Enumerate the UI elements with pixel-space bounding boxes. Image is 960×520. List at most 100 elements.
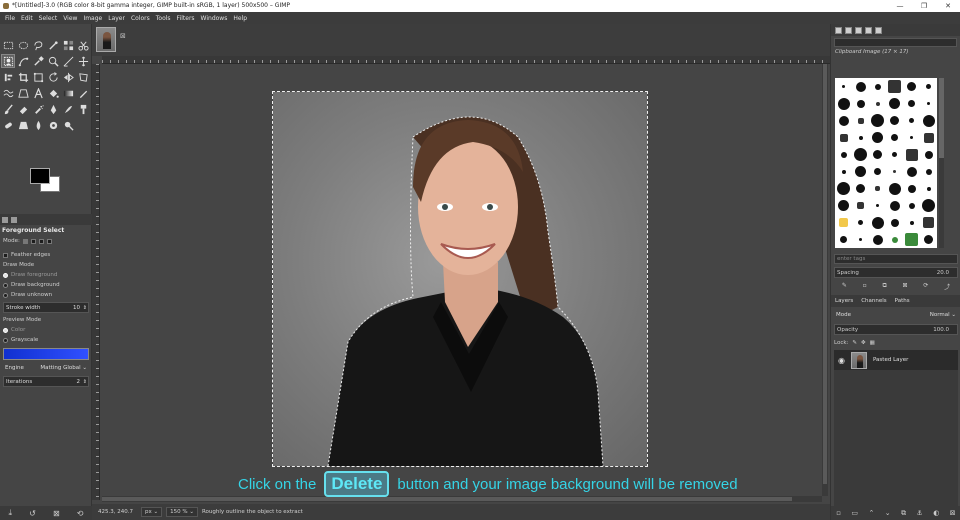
flip-tool-icon[interactable] [61, 70, 75, 84]
brush-preset[interactable] [903, 197, 920, 214]
duplicate-brush-icon[interactable]: ⧉ [882, 282, 886, 292]
menu-windows[interactable]: Windows [198, 15, 231, 22]
draw-unknown-radio[interactable] [3, 292, 8, 298]
clone-tool-icon[interactable] [76, 102, 90, 116]
brush-preset[interactable] [835, 129, 852, 146]
lasso-tool-icon[interactable] [31, 38, 45, 52]
menu-file[interactable]: File [2, 15, 18, 22]
brush-preset[interactable] [869, 78, 886, 95]
tab-paths[interactable]: Paths [893, 298, 912, 304]
mode-replace-icon[interactable] [22, 238, 28, 244]
brush-preset[interactable] [920, 146, 937, 163]
maximize-button[interactable]: ❐ [912, 0, 936, 12]
draw-foreground-radio[interactable] [3, 272, 8, 278]
blur-tool-icon[interactable] [31, 118, 45, 132]
lower-layer-icon[interactable]: ⌄ [885, 509, 891, 517]
draw-background-radio[interactable] [3, 282, 8, 288]
brush-preset[interactable] [886, 163, 903, 180]
brush-preset[interactable] [886, 180, 903, 197]
menu-select[interactable]: Select [36, 15, 61, 22]
brush-preset[interactable] [852, 180, 869, 197]
gradient-tool-icon[interactable] [61, 86, 75, 100]
refresh-brushes-icon[interactable]: ⟳ [923, 282, 928, 292]
edit-brush-icon[interactable]: ✎ [842, 282, 847, 292]
brush-preset[interactable] [920, 129, 937, 146]
feather-edges-checkbox[interactable] [3, 252, 8, 258]
iterations-spinner[interactable]: Iterations 2 ⇕ [3, 376, 89, 387]
spinner-arrows-icon[interactable]: ⇕ [83, 303, 87, 313]
menu-edit[interactable]: Edit [18, 15, 36, 22]
foreground-color-swatch[interactable] [30, 168, 50, 184]
brush-preset[interactable] [852, 231, 869, 248]
color-picker-tool-icon[interactable] [31, 54, 45, 68]
image-tab-thumbnail[interactable] [96, 27, 116, 52]
brush-preset[interactable] [886, 129, 903, 146]
brush-preset[interactable] [920, 180, 937, 197]
vertical-ruler[interactable] [92, 64, 100, 500]
brush-preset[interactable] [920, 78, 937, 95]
brushes-tab-icon[interactable] [835, 26, 842, 34]
stroke-width-spinner[interactable]: Stroke width 10 ⇕ [3, 302, 89, 313]
brush-preset[interactable] [886, 214, 903, 231]
menu-tools[interactable]: Tools [153, 15, 174, 22]
horizontal-ruler[interactable] [102, 56, 830, 64]
brush-preset[interactable] [852, 78, 869, 95]
rect-select-tool-icon[interactable] [1, 38, 15, 52]
brush-preset[interactable] [903, 112, 920, 129]
layer-list[interactable]: ◉ Pasted Layer [834, 350, 958, 520]
brush-preset[interactable] [835, 180, 852, 197]
menu-image[interactable]: Image [80, 15, 105, 22]
brush-preset[interactable] [852, 197, 869, 214]
device-status-tab-icon[interactable] [11, 216, 17, 223]
mode-subtract-icon[interactable] [38, 238, 44, 244]
menu-view[interactable]: View [60, 15, 80, 22]
brush-preset[interactable] [886, 197, 903, 214]
delete-brush-icon[interactable]: ⊠ [903, 282, 908, 292]
brush-preset[interactable] [869, 214, 886, 231]
brush-preset[interactable] [920, 95, 937, 112]
mode-add-icon[interactable] [30, 238, 36, 244]
brush-preset[interactable] [920, 163, 937, 180]
bucket-fill-tool-icon[interactable] [46, 86, 60, 100]
new-layer-icon[interactable]: ▫ [836, 509, 841, 517]
delete-options-icon[interactable]: ⊠ [53, 509, 60, 518]
delete-layer-icon[interactable]: ⊠ [950, 509, 956, 517]
canvas-area[interactable] [92, 56, 830, 504]
paintbrush-tool-icon[interactable] [1, 102, 15, 116]
minimize-button[interactable]: — [888, 0, 912, 12]
fuzzy-select-tool-icon[interactable] [46, 38, 60, 52]
heal-tool-icon[interactable] [1, 118, 15, 132]
fg-bg-color-swatches[interactable] [30, 168, 62, 192]
brush-preset[interactable] [903, 231, 920, 248]
brush-preset[interactable] [869, 197, 886, 214]
brush-preset[interactable] [869, 95, 886, 112]
mask-color-button[interactable] [3, 348, 89, 360]
brush-preset[interactable] [869, 129, 886, 146]
brush-preset[interactable] [886, 231, 903, 248]
measure-tool-icon[interactable] [61, 54, 75, 68]
brush-preset[interactable] [852, 95, 869, 112]
brush-preset[interactable] [886, 146, 903, 163]
brush-spacing-spinner[interactable]: Spacing 20.0 [834, 267, 958, 278]
brush-preset[interactable] [869, 112, 886, 129]
perspective-clone-tool-icon[interactable] [16, 118, 30, 132]
feather-edges-row[interactable]: Feather edges [0, 250, 92, 260]
brush-preset[interactable] [869, 231, 886, 248]
tab-channels[interactable]: Channels [859, 298, 888, 304]
tool-options-tab-icon[interactable] [2, 216, 8, 223]
brush-filter-input[interactable] [834, 38, 957, 47]
brush-preset[interactable] [903, 95, 920, 112]
brush-preset[interactable] [835, 197, 852, 214]
paths-tool-icon[interactable] [16, 54, 30, 68]
menu-help[interactable]: Help [230, 15, 250, 22]
new-layer-group-icon[interactable]: ▭ [851, 509, 858, 517]
draw-foreground-row[interactable]: Draw foreground [0, 270, 92, 280]
preview-grayscale-row[interactable]: Grayscale [0, 335, 92, 345]
vertical-scroll-thumb[interactable] [823, 64, 827, 484]
mypaint-brush-tool-icon[interactable] [61, 102, 75, 116]
brush-preset[interactable] [835, 95, 852, 112]
visibility-eye-icon[interactable]: ◉ [838, 356, 845, 365]
open-brush-as-image-icon[interactable]: ⤴ [944, 282, 950, 292]
airbrush-tool-icon[interactable] [31, 102, 45, 116]
brush-preset[interactable] [852, 112, 869, 129]
